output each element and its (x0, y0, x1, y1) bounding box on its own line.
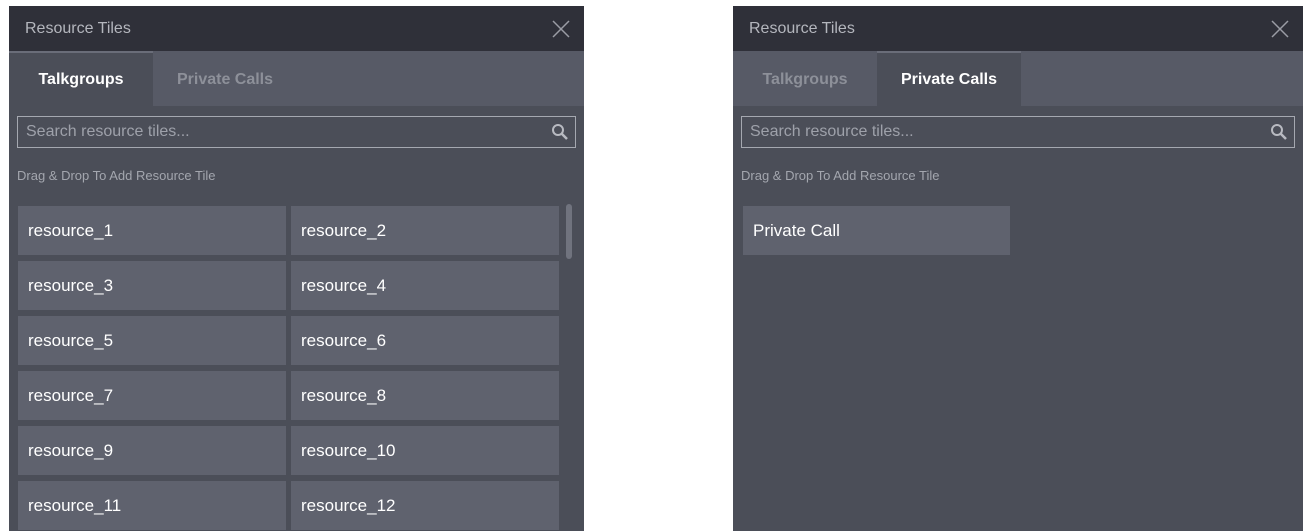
resource-tile[interactable]: resource_1 (18, 206, 286, 255)
scrollbar-thumb[interactable] (566, 204, 572, 259)
private-call-tile[interactable]: Private Call (743, 206, 1010, 255)
tab-bar: Talkgroups Private Calls (733, 51, 1303, 106)
resource-tile[interactable]: resource_4 (291, 261, 559, 310)
tab-talkgroups[interactable]: Talkgroups (733, 51, 877, 106)
resource-tile[interactable]: resource_10 (291, 426, 559, 475)
scrollbar[interactable] (565, 204, 573, 531)
title-bar: Resource Tiles (733, 6, 1303, 51)
tab-bar-filler (297, 51, 584, 106)
close-icon[interactable] (550, 18, 572, 40)
resource-tile[interactable]: resource_8 (291, 371, 559, 420)
resource-tiles-panel-talkgroups: Resource Tiles Talkgroups Private Calls … (9, 6, 584, 531)
resource-tile[interactable]: resource_9 (18, 426, 286, 475)
resource-tiles-panel-private-calls: Resource Tiles Talkgroups Private Calls … (733, 6, 1303, 531)
tab-talkgroups[interactable]: Talkgroups (9, 51, 153, 106)
search-box (17, 116, 576, 148)
search-input[interactable] (742, 117, 1294, 147)
tab-private-calls[interactable]: Private Calls (153, 51, 297, 106)
search-input[interactable] (18, 117, 575, 147)
tab-bar-filler (1021, 51, 1303, 106)
title-bar: Resource Tiles (9, 6, 584, 51)
resource-tile[interactable]: resource_12 (291, 481, 559, 530)
tab-bar: Talkgroups Private Calls (9, 51, 584, 106)
panel-title: Resource Tiles (749, 19, 855, 37)
panel-title: Resource Tiles (25, 19, 131, 37)
resource-tile[interactable]: resource_11 (18, 481, 286, 530)
resource-tile[interactable]: resource_5 (18, 316, 286, 365)
tab-private-calls[interactable]: Private Calls (877, 51, 1021, 106)
resource-tile-grid: resource_1 resource_2 resource_3 resourc… (18, 206, 559, 530)
resource-tile[interactable]: resource_3 (18, 261, 286, 310)
resource-tile[interactable]: resource_7 (18, 371, 286, 420)
resource-tile[interactable]: resource_2 (291, 206, 559, 255)
resource-tile[interactable]: resource_6 (291, 316, 559, 365)
search-icon[interactable] (551, 123, 569, 141)
resource-tile-grid: Private Call (743, 206, 1010, 255)
drag-drop-hint: Drag & Drop To Add Resource Tile (17, 168, 216, 183)
close-icon[interactable] (1269, 18, 1291, 40)
drag-drop-hint: Drag & Drop To Add Resource Tile (741, 168, 940, 183)
search-icon[interactable] (1270, 123, 1288, 141)
search-box (741, 116, 1295, 148)
